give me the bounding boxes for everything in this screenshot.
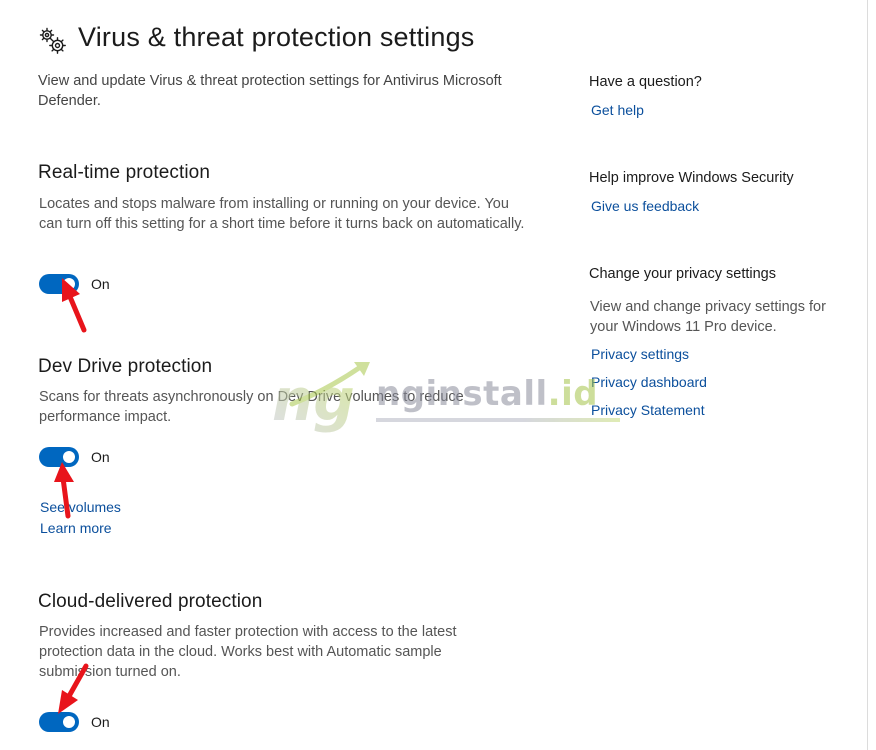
dev-drive-protection-toggle-row: On [39,447,110,467]
see-volumes-link[interactable]: See volumes [40,499,121,515]
dev-drive-protection-title: Dev Drive protection [38,356,213,377]
privacy-statement-link[interactable]: Privacy Statement [591,402,705,418]
dev-drive-protection-toggle-label: On [91,449,110,465]
privacy-dashboard-link[interactable]: Privacy dashboard [591,374,707,390]
realtime-protection-title: Real-time protection [38,162,211,183]
dev-drive-protection-description: Scans for threats asynchronously on Dev … [39,389,464,425]
gear-icon [38,26,68,56]
realtime-protection-toggle-label: On [91,276,110,292]
settings-page: Virus & threat protection settings View … [0,0,876,750]
get-help-link[interactable]: Get help [591,102,644,118]
give-feedback-link[interactable]: Give us feedback [591,198,699,214]
toggle-knob [63,451,75,463]
page-title: Virus & threat protection settings [78,22,475,52]
realtime-protection-description: Locates and stops malware from installin… [39,196,525,232]
cloud-protection-description: Provides increased and faster protection… [39,624,457,680]
cloud-protection-title: Cloud-delivered protection [38,591,263,612]
cloud-protection-toggle-row: On [39,712,110,732]
vertical-scrollbar[interactable] [867,0,876,750]
dev-drive-protection-toggle[interactable] [39,447,79,467]
privacy-description: View and change privacy settings for you… [590,299,826,335]
toggle-knob [63,716,75,728]
cloud-protection-toggle-label: On [91,714,110,730]
realtime-protection-toggle-row: On [39,274,110,294]
page-intro: View and update Virus & threat protectio… [38,73,502,109]
privacy-heading: Change your privacy settings [589,266,776,282]
toggle-knob [63,278,75,290]
have-question-heading: Have a question? [589,74,702,90]
learn-more-link[interactable]: Learn more [40,520,112,536]
help-improve-heading: Help improve Windows Security [589,170,794,186]
cloud-protection-toggle[interactable] [39,712,79,732]
privacy-settings-link[interactable]: Privacy settings [591,346,689,362]
realtime-protection-toggle[interactable] [39,274,79,294]
